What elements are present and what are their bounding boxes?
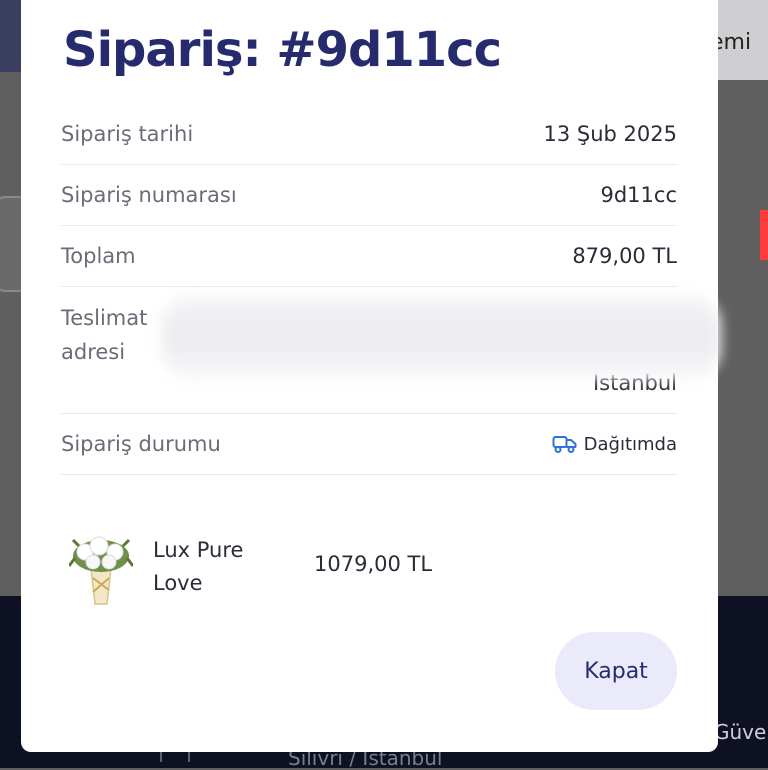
product-name: Lux Pure Love: [153, 538, 244, 595]
order-total-label: Toplam: [61, 244, 136, 268]
order-status-row: Sipariş durumu Dağıtımda: [61, 414, 677, 475]
order-number-row: Sipariş numarası 9d11cc: [61, 165, 677, 226]
delivery-address-label: Teslimat adresi: [61, 306, 148, 364]
truck-icon: [552, 436, 577, 453]
delivery-address-row: Teslimat adresi Istanbul: [61, 287, 721, 414]
background-accent: [760, 210, 768, 260]
close-button[interactable]: Kapat: [555, 632, 677, 710]
order-info-list: Sipariş tarihi 13 Şub 2025 Sipariş numar…: [61, 104, 721, 475]
order-status-value: Dağıtımda: [552, 434, 677, 455]
product-item: Lux Pure Love 1079,00 TL: [69, 528, 629, 608]
order-status-label: Sipariş durumu: [61, 432, 221, 456]
order-date-value: 13 Şub 2025: [543, 122, 678, 146]
flower-bouquet-icon: [69, 536, 133, 605]
order-number-value: 9d11cc: [600, 183, 677, 207]
order-total-row: Toplam 879,00 TL: [61, 226, 677, 287]
order-number-label: Sipariş numarası: [61, 183, 237, 207]
product-price: 1079,00 TL: [314, 552, 433, 576]
order-total-value: 879,00 TL: [572, 244, 677, 268]
order-date-row: Sipariş tarihi 13 Şub 2025: [61, 104, 677, 165]
order-date-label: Sipariş tarihi: [61, 122, 194, 146]
order-details-modal: Sipariş: #9d11cc Sipariş tarihi 13 Şub 2…: [21, 0, 721, 752]
order-status-text: Dağıtımda: [583, 433, 677, 455]
modal-title: Sipariş: #9d11cc: [63, 22, 502, 78]
redacted-address-blur: [161, 295, 721, 379]
background-footer-right-text: Güve: [714, 720, 767, 744]
